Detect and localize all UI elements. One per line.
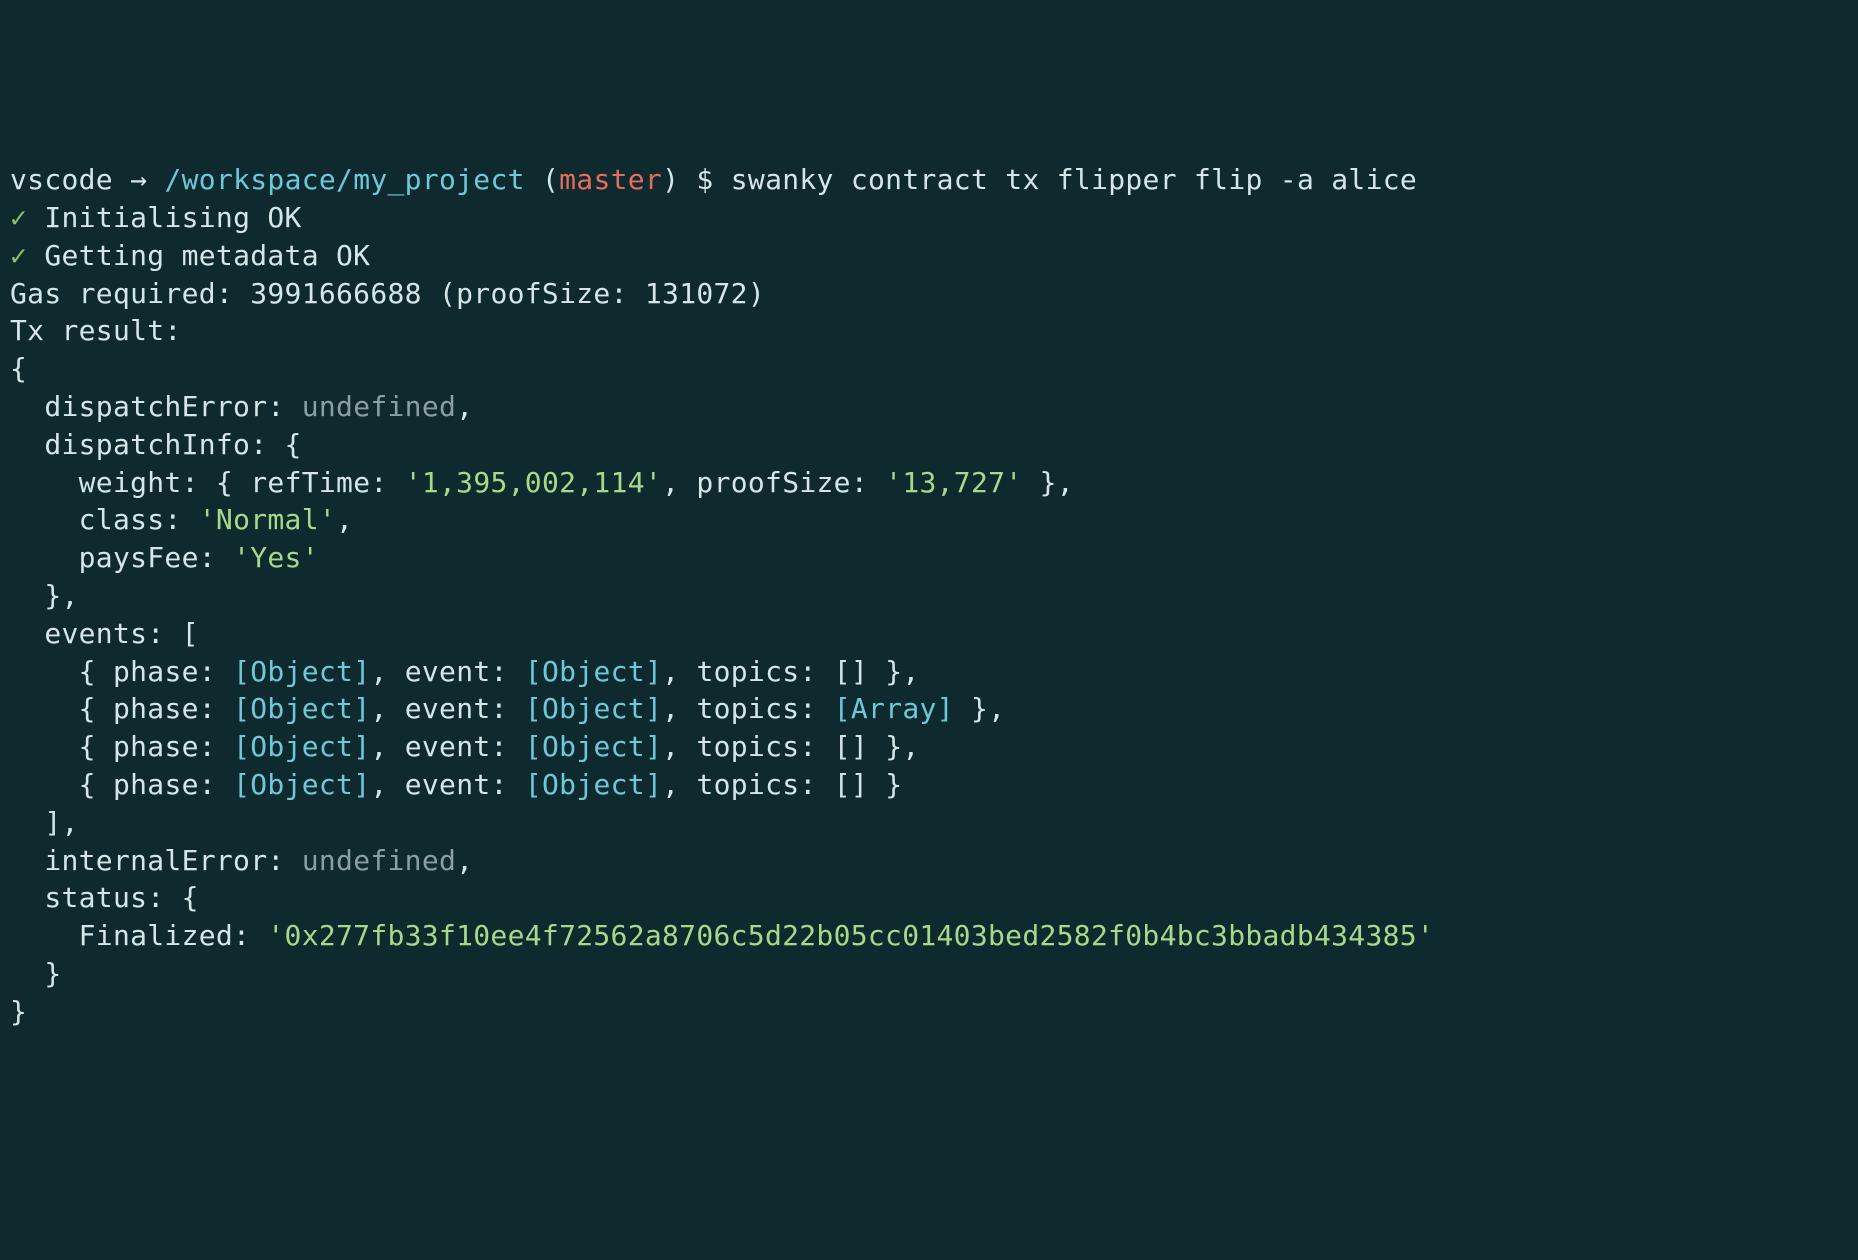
dispatch-info-key: dispatchInfo: (44, 428, 267, 461)
object-ref: [Object] (233, 655, 370, 688)
prompt-user: vscode (10, 163, 113, 196)
gas-line: Gas required: 3991666688 (proofSize: 131… (10, 277, 765, 310)
metadata-status: Getting metadata OK (44, 239, 370, 272)
reftime-val: '1,395,002,114' (405, 466, 662, 499)
command-text: swanky contract tx flipper flip -a alice (731, 163, 1417, 196)
topics-key: topics: (696, 655, 816, 688)
terminal-output[interactable]: vscode → /workspace/my_project (master) … (10, 161, 1848, 1030)
object-ref: [Object] (233, 730, 370, 763)
object-ref: [Object] (525, 730, 662, 763)
status-key: status: (44, 881, 164, 914)
event-key: event: (405, 768, 508, 801)
init-status: Initialising OK (44, 201, 301, 234)
topics-key: topics: (696, 692, 816, 725)
object-ref: [Object] (525, 655, 662, 688)
empty-array: [] (834, 730, 868, 763)
weight-key: weight: (79, 466, 199, 499)
internal-error-val: undefined (302, 844, 456, 877)
prompt-path: /workspace/my_project (164, 163, 524, 196)
topics-key: topics: (696, 768, 816, 801)
phase-key: phase: (113, 692, 216, 725)
dispatch-error-key: dispatchError: (44, 390, 284, 423)
event-key: event: (405, 655, 508, 688)
proofsize-key: proofSize: (696, 466, 868, 499)
array-ref: [Array] (834, 692, 954, 725)
finalized-val: '0x277fb33f10ee4f72562a8706c5d22b05cc014… (267, 919, 1434, 952)
prompt-line: vscode → /workspace/my_project (master) … (10, 163, 1417, 196)
status-line-metadata: ✓ Getting metadata OK (10, 239, 370, 272)
empty-array: [] (834, 768, 868, 801)
git-branch: master (559, 163, 662, 196)
gas-value: 3991666688 (250, 277, 422, 310)
tx-result-label: Tx result: (10, 314, 182, 347)
internal-error-key: internalError: (44, 844, 284, 877)
brace-close: } (10, 995, 27, 1028)
reftime-key: refTime: (250, 466, 387, 499)
phase-key: phase: (113, 768, 216, 801)
finalized-key: Finalized: (79, 919, 251, 952)
paysfee-key: paysFee: (79, 541, 216, 574)
dispatch-error-val: undefined (302, 390, 456, 423)
object-ref: [Object] (233, 768, 370, 801)
prompt-dollar: $ (696, 163, 713, 196)
topics-key: topics: (696, 730, 816, 763)
phase-key: phase: (113, 655, 216, 688)
class-val: 'Normal' (199, 503, 336, 536)
events-key: events: (44, 617, 164, 650)
event-key: event: (405, 730, 508, 763)
phase-key: phase: (113, 730, 216, 763)
prompt-arrow-icon: → (130, 163, 147, 196)
proof-value: 131072 (645, 277, 748, 310)
class-key: class: (79, 503, 182, 536)
event-key: event: (405, 692, 508, 725)
brace-open: { (10, 352, 27, 385)
empty-array: [] (834, 655, 868, 688)
object-ref: [Object] (525, 768, 662, 801)
check-icon: ✓ (10, 201, 27, 234)
proofsize-val: '13,727' (885, 466, 1022, 499)
paysfee-val: 'Yes' (233, 541, 319, 574)
proof-label: proofSize: (456, 277, 628, 310)
object-ref: [Object] (233, 692, 370, 725)
check-icon: ✓ (10, 239, 27, 272)
object-ref: [Object] (525, 692, 662, 725)
gas-label: Gas required: (10, 277, 233, 310)
status-line-init: ✓ Initialising OK (10, 201, 302, 234)
